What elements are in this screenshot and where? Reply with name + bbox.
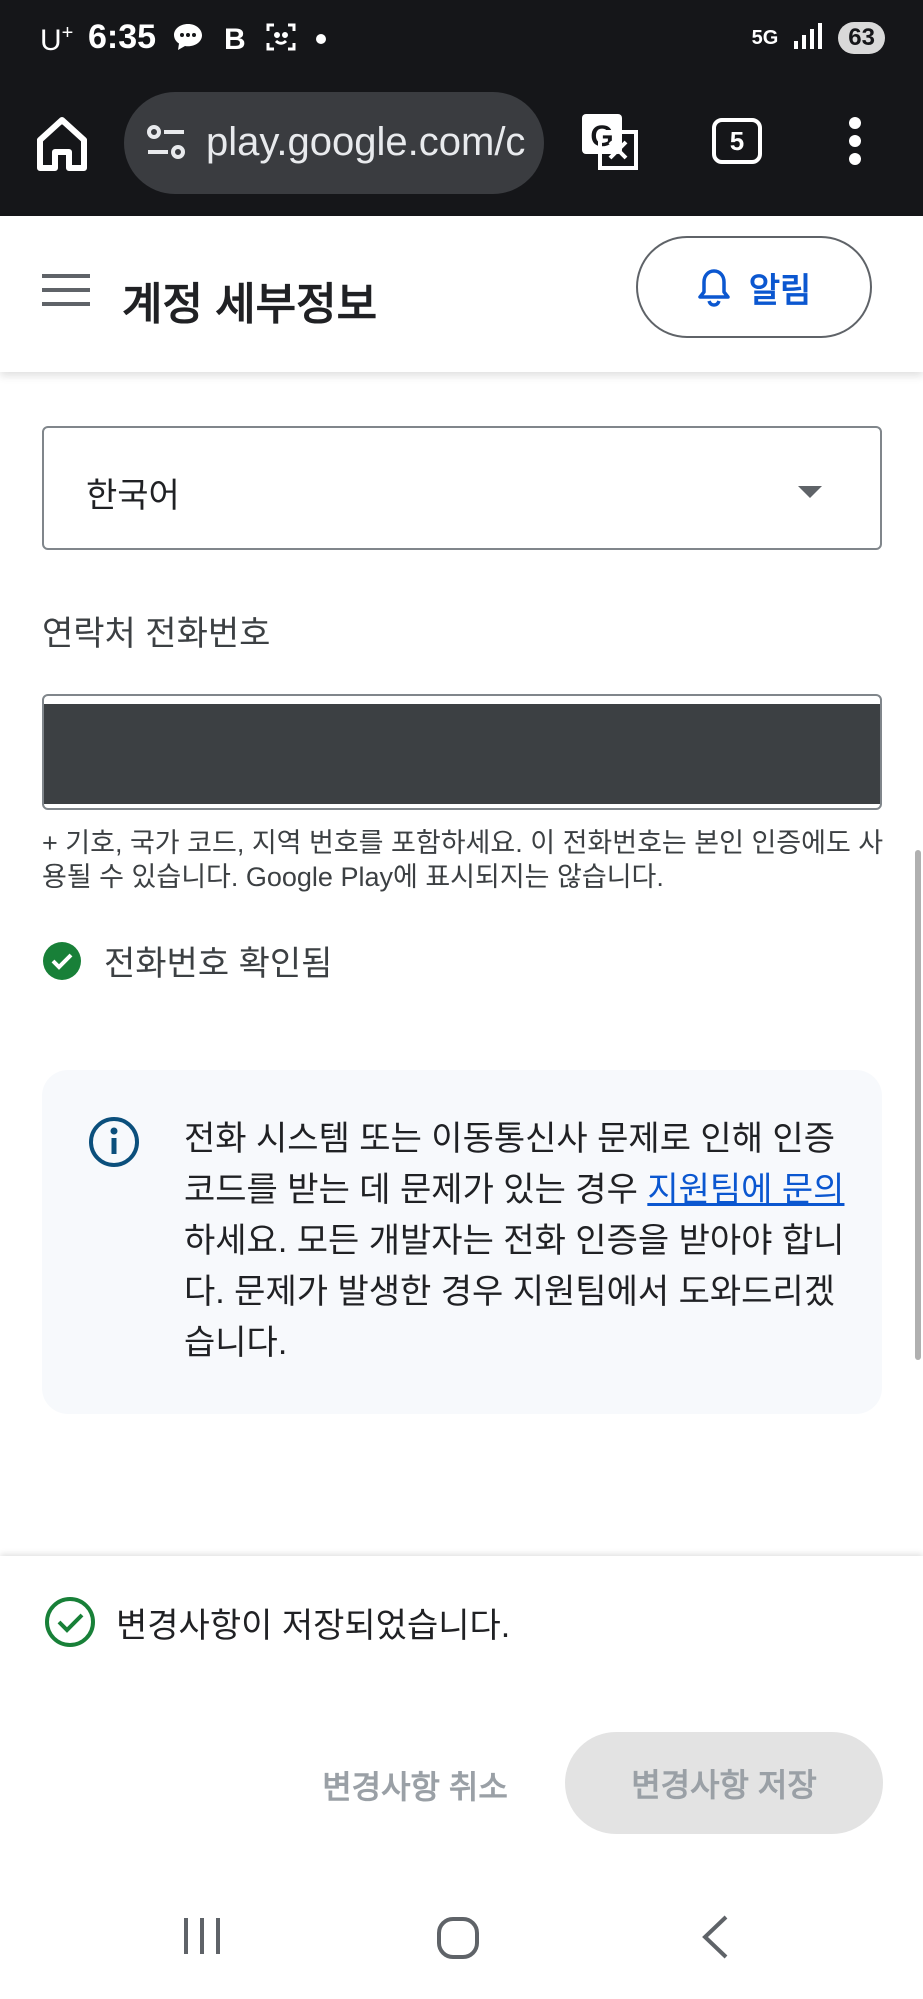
back-button[interactable] <box>700 1914 730 1965</box>
scrollbar[interactable] <box>915 850 921 1360</box>
phone-help-text: + 기호, 국가 코드, 지역 번호를 포함하세요. 이 전화번호는 본인 인증… <box>42 828 884 892</box>
face-scan-icon <box>266 22 296 57</box>
phone-verified-status: 전화번호 확인됨 <box>42 936 332 985</box>
system-nav-bar <box>0 1874 923 1999</box>
notifications-label: 알림 <box>748 271 812 310</box>
recents-icon <box>184 1918 220 1954</box>
phone-input[interactable] <box>42 694 882 810</box>
translate-button[interactable]: G <box>580 112 640 177</box>
app-header: 계정 세부정보 알림 <box>0 216 923 372</box>
carrier-label: U+ <box>40 22 74 57</box>
info-text: 전화 시스템 또는 이동통신사 문제로 인해 인증 코드를 받는 데 문제가 있… <box>184 1120 845 1362</box>
info-icon <box>88 1116 140 1173</box>
notifications-button[interactable]: 알림 <box>636 236 872 338</box>
bell-icon <box>697 269 730 307</box>
url-text: play.google.com/c <box>206 120 526 164</box>
bottom-action-bar: 변경사항이 저장되었습니다. 변경사항 취소 변경사항 저장 <box>0 1556 923 1874</box>
menu-button[interactable] <box>42 272 90 313</box>
site-info-icon[interactable] <box>146 124 186 165</box>
phone-verified-text: 전화번호 확인됨 <box>104 945 333 983</box>
clock: 6:35 <box>88 18 157 56</box>
home-button[interactable] <box>36 116 88 176</box>
browser-toolbar: play.google.com/c G 5 <box>0 88 923 216</box>
discard-changes-button[interactable]: 변경사항 취소 <box>300 1762 530 1808</box>
language-select[interactable]: 한국어 <box>42 426 882 550</box>
contact-support-link[interactable]: 지원팀에 문의 <box>647 1171 844 1209</box>
more-options-button[interactable] <box>848 116 862 171</box>
signal-icon <box>794 22 823 54</box>
saved-message: 변경사항이 저장되었습니다. <box>116 1606 511 1645</box>
address-bar[interactable]: play.google.com/c <box>124 92 544 194</box>
b-notification-icon: B <box>224 22 246 56</box>
phone-label: 연락처 전화번호 <box>42 615 271 653</box>
redacted-phone-value <box>44 704 880 804</box>
more-vert-icon <box>849 117 861 165</box>
home-icon <box>37 117 87 171</box>
dropdown-arrow-icon <box>798 486 822 498</box>
network-5g-icon: 5G <box>751 26 779 49</box>
dot-icon <box>315 31 326 49</box>
check-circle-icon <box>43 941 81 980</box>
language-value: 한국어 <box>86 477 180 515</box>
info-box: 전화 시스템 또는 이동통신사 문제로 인해 인증 코드를 받는 데 문제가 있… <box>42 1070 882 1414</box>
check-circle-outline-icon <box>45 1597 95 1647</box>
saved-status: 변경사항이 저장되었습니다. <box>44 1596 510 1648</box>
battery-indicator: 63 <box>838 22 885 54</box>
chat-notification-icon <box>172 22 204 57</box>
page-title: 계정 세부정보 <box>122 280 378 329</box>
translate-icon: G <box>582 114 638 170</box>
tab-switcher-button[interactable]: 5 <box>712 118 762 164</box>
back-chevron-icon <box>702 1915 728 1959</box>
home-circle-icon <box>437 1917 479 1959</box>
save-changes-button[interactable]: 변경사항 저장 <box>565 1732 883 1834</box>
system-home-button[interactable] <box>436 1916 480 1965</box>
hamburger-menu-icon <box>42 274 90 306</box>
status-bar: U+ 6:35 B 5G 63 <box>0 0 923 88</box>
recents-button[interactable] <box>180 1916 224 1961</box>
